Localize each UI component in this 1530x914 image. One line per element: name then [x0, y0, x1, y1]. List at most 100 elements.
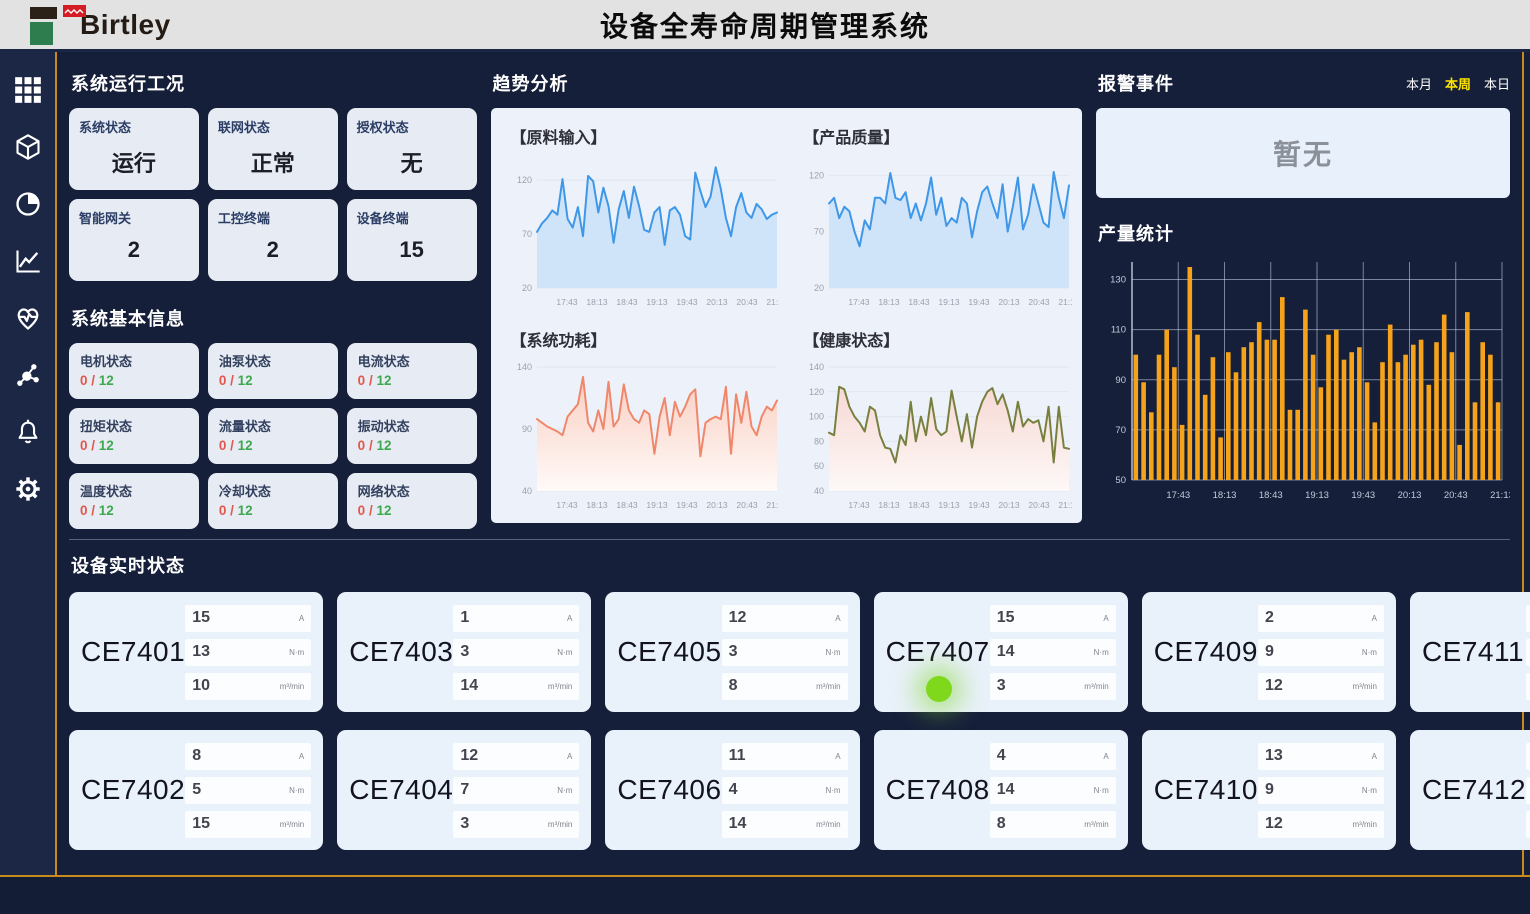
device-value-row: 12m³/min: [1258, 811, 1384, 838]
device-value-row: 2A: [1258, 605, 1384, 632]
device-unit: A: [567, 614, 572, 623]
device-unit: A: [1372, 752, 1377, 761]
device-value: 14: [997, 781, 1015, 799]
svg-text:18:43: 18:43: [1259, 490, 1283, 501]
device-card[interactable]: CE740115A13N·m10m³/min: [69, 592, 323, 712]
info-count-total: 12: [99, 438, 114, 453]
info-card: 冷却状态0 / 12: [208, 473, 338, 529]
device-unit: N·m: [1094, 648, 1109, 657]
svg-text:19:13: 19:13: [939, 500, 961, 510]
info-count-total: 12: [376, 438, 391, 453]
svg-text:21:13: 21:13: [766, 297, 779, 307]
svg-text:18:43: 18:43: [909, 500, 931, 510]
device-value-row: 3N·m: [453, 639, 579, 666]
svg-text:50: 50: [1115, 475, 1126, 486]
device-value-row: 15A: [185, 605, 311, 632]
device-name: CE7405: [617, 636, 721, 668]
svg-text:20:13: 20:13: [1398, 490, 1422, 501]
device-unit: A: [835, 752, 840, 761]
device-value-row: 10m³/min: [1526, 811, 1530, 838]
svg-text:18:13: 18:13: [879, 500, 901, 510]
info-count-total: 12: [238, 503, 253, 518]
device-value: 12: [1265, 677, 1283, 695]
network-icon[interactable]: [12, 359, 44, 391]
line-chart-icon[interactable]: [12, 245, 44, 277]
alarm-tab-本日[interactable]: 本日: [1484, 74, 1510, 93]
svg-text:20:43: 20:43: [736, 297, 758, 307]
device-value-row: 12m³/min: [1258, 673, 1384, 700]
device-card[interactable]: CE74126A15N·m10m³/min: [1410, 730, 1530, 850]
info-count-separator: /: [226, 373, 237, 388]
device-value-row: 3m³/min: [990, 673, 1116, 700]
device-unit: A: [299, 752, 304, 761]
device-value: 4: [729, 781, 738, 799]
svg-text:20:13: 20:13: [706, 500, 728, 510]
device-value-row: 5N·m: [185, 777, 311, 804]
svg-text:120: 120: [809, 386, 824, 396]
svg-text:20:43: 20:43: [1444, 490, 1468, 501]
device-card[interactable]: CE740512A3N·m8m³/min: [605, 592, 859, 712]
status-card: 智能网关2: [69, 199, 199, 281]
device-value: 4: [997, 747, 1006, 765]
alarm-tab-本周[interactable]: 本周: [1445, 74, 1471, 93]
svg-text:20:13: 20:13: [706, 297, 728, 307]
trend-chart-title: 【原料输入】: [511, 124, 780, 148]
health-icon[interactable]: [12, 302, 44, 334]
device-grid: CE740115A13N·m10m³/minCE74031A3N·m14m³/m…: [69, 592, 1510, 850]
device-unit: A: [835, 614, 840, 623]
device-value-row: 3N·m: [722, 639, 848, 666]
device-value: 5: [192, 781, 201, 799]
trend-chart-title: 【健康状态】: [803, 327, 1072, 351]
svg-text:18:13: 18:13: [879, 297, 901, 307]
device-unit: m³/min: [280, 820, 304, 829]
trend-chart-svg: 120702017:4318:1318:4319:1319:4320:1320:…: [501, 148, 780, 315]
device-card[interactable]: CE740611A4N·m14m³/min: [605, 730, 859, 850]
device-card[interactable]: CE74028A5N·m15m³/min: [69, 730, 323, 850]
device-value: 12: [729, 609, 747, 627]
svg-text:20:13: 20:13: [999, 500, 1021, 510]
status-card: 授权状态无: [347, 108, 477, 190]
info-count-total: 12: [99, 503, 114, 518]
bell-icon[interactable]: [12, 416, 44, 448]
status-card-label: 授权状态: [357, 117, 467, 136]
info-count-separator: /: [88, 438, 99, 453]
device-card[interactable]: CE74092A9N·m12m³/min: [1142, 592, 1396, 712]
info-count-separator: /: [226, 503, 237, 518]
gear-icon[interactable]: [12, 473, 44, 505]
alarm-empty-card: 暂无: [1096, 108, 1510, 198]
device-card[interactable]: CE741013A9N·m12m³/min: [1142, 730, 1396, 850]
alarm-tab-本月[interactable]: 本月: [1406, 74, 1432, 93]
device-value: 12: [1265, 815, 1283, 833]
device-card[interactable]: CE74031A3N·m14m³/min: [337, 592, 591, 712]
device-card[interactable]: CE740412A7N·m3m³/min: [337, 730, 591, 850]
device-card[interactable]: CE74084A14N·m8m³/min: [874, 730, 1128, 850]
device-value-row: 8m³/min: [990, 811, 1116, 838]
devices-panel: 设备实时状态 CE740115A13N·m10m³/minCE74031A3N·…: [69, 539, 1510, 850]
device-value: 13: [192, 643, 210, 661]
info-card-label: 温度状态: [80, 481, 188, 500]
info-count-current: 0: [80, 373, 88, 388]
page-title: 设备全寿命周期管理系统: [0, 5, 1530, 45]
status-card-value: 正常: [218, 146, 328, 178]
cube-icon[interactable]: [12, 131, 44, 163]
device-value: 8: [729, 677, 738, 695]
status-card-value: 无: [357, 146, 467, 178]
svg-text:17:43: 17:43: [556, 297, 578, 307]
device-value: 14: [997, 643, 1015, 661]
info-count-separator: /: [226, 438, 237, 453]
device-values: 12A3N·m8m³/min: [722, 605, 848, 700]
alarm-empty-text: 暂无: [1273, 133, 1333, 173]
device-card[interactable]: CE741110A15N·m11m³/min: [1410, 592, 1530, 712]
device-value-row: 4A: [990, 743, 1116, 770]
pie-chart-icon[interactable]: [12, 188, 44, 220]
device-value-row: 15A: [990, 605, 1116, 632]
svg-text:60: 60: [814, 461, 824, 471]
device-card[interactable]: CE740715A14N·m3m³/min: [874, 592, 1128, 712]
info-card: 油泵状态0 / 12: [208, 343, 338, 399]
info-count-separator: /: [365, 438, 376, 453]
status-card: 设备终端15: [347, 199, 477, 281]
info-card: 扭矩状态0 / 12: [69, 408, 199, 464]
grid-icon[interactable]: [12, 74, 44, 106]
info-card-label: 振动状态: [358, 416, 466, 435]
svg-text:20: 20: [522, 283, 532, 293]
